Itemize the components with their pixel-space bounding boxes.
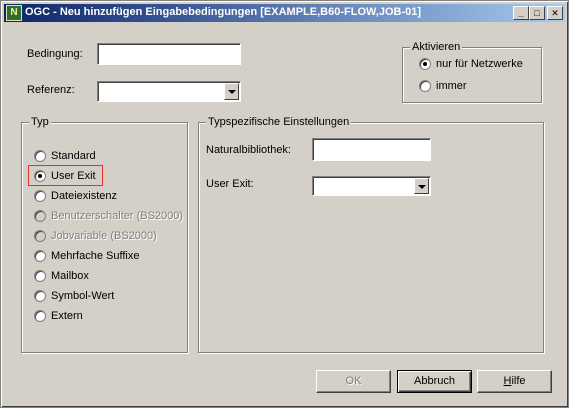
abbruch-button[interactable]: Abbruch — [397, 370, 472, 393]
dialog-window: N OGC - Neu hinzufügen Eingabebedingunge… — [0, 0, 569, 408]
radio-unchecked-icon[interactable] — [34, 290, 46, 302]
radio-label: Dateiexistenz — [51, 190, 118, 202]
bedingung-input[interactable] — [97, 43, 241, 65]
maximize-button[interactable]: □ — [529, 6, 545, 20]
chevron-down-icon[interactable] — [414, 178, 429, 194]
hilfe-button[interactable]: Hilfe — [477, 370, 552, 393]
referenz-combobox[interactable] — [97, 81, 241, 102]
typ-legend: Typ — [29, 116, 51, 128]
radio-label: Mehrfache Suffixe — [51, 250, 140, 262]
naturalbibliothek-label: Naturalbibliothek: — [206, 144, 291, 156]
radio-disabled-icon — [34, 210, 46, 222]
chevron-down-icon[interactable] — [224, 83, 239, 100]
radio-label: Symbol-Wert — [51, 290, 115, 302]
radio-label: Mailbox — [51, 270, 89, 282]
ok-button[interactable]: OK — [316, 370, 391, 393]
radio-unchecked-icon[interactable] — [34, 250, 46, 262]
minimize-button[interactable]: _ — [513, 6, 529, 20]
radio-unchecked-icon[interactable] — [419, 80, 431, 92]
hilfe-label-rest: ilfe — [511, 375, 526, 387]
radio-label: Standard — [51, 150, 96, 162]
radio-label: nur für Netzwerke — [436, 58, 523, 70]
radio-label: immer — [436, 80, 467, 92]
radio-label: Jobvariable (BS2000) — [51, 230, 157, 242]
radio-unchecked-icon[interactable] — [34, 310, 46, 322]
radio-label: Extern — [51, 310, 83, 322]
bedingung-label: Bedingung: — [27, 48, 83, 60]
aktivieren-legend: Aktivieren — [410, 41, 463, 53]
natural-app-icon: N — [6, 5, 22, 21]
radio-disabled-icon — [34, 230, 46, 242]
user-exit-label: User Exit: — [206, 178, 254, 190]
radio-unchecked-icon[interactable] — [34, 270, 46, 282]
window-title: OGC - Neu hinzufügen Eingabebedingungen … — [25, 6, 422, 18]
user-exit-combobox[interactable] — [312, 176, 431, 196]
radio-checked-icon[interactable] — [419, 58, 431, 70]
radio-checked-icon[interactable] — [34, 170, 46, 182]
aktivieren-group: Aktivieren — [402, 41, 542, 103]
close-button[interactable]: ✕ — [547, 6, 563, 20]
radio-label: User Exit — [51, 170, 96, 182]
radio-label: Benutzerschalter (BS2000) — [51, 210, 184, 222]
radio-unchecked-icon[interactable] — [34, 190, 46, 202]
naturalbibliothek-input[interactable] — [312, 138, 431, 161]
radio-unchecked-icon[interactable] — [34, 150, 46, 162]
title-bar[interactable]: N OGC - Neu hinzufügen Eingabebedingunge… — [4, 4, 565, 22]
referenz-label: Referenz: — [27, 84, 75, 96]
typspezifisch-legend: Typspezifische Einstellungen — [206, 116, 352, 128]
